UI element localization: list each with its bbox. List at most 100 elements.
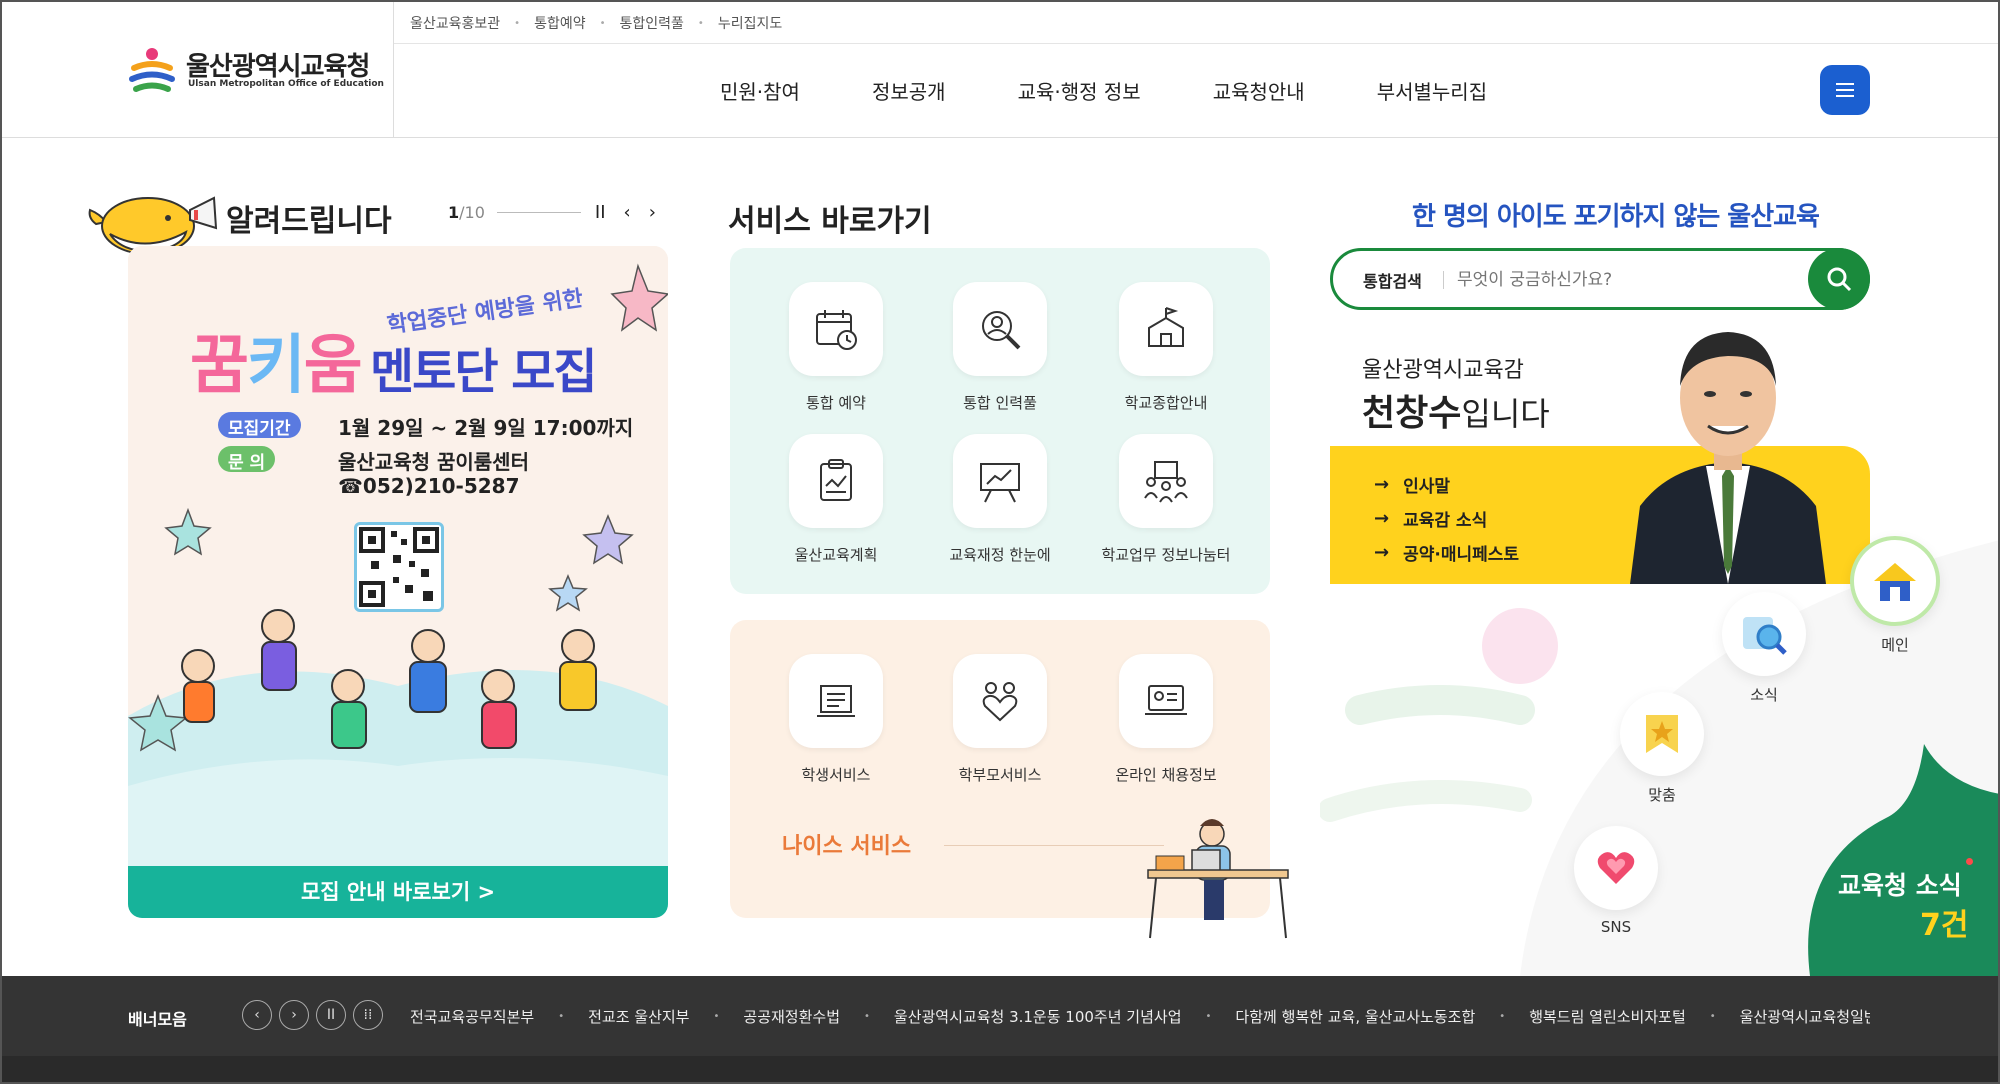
pager-track: [496, 212, 581, 213]
banner-title-main: 꿈키움: [190, 314, 363, 406]
heart-icon: [1574, 826, 1658, 910]
hamburger-menu-button[interactable]: [1820, 65, 1870, 115]
util-link-label: 통합인력풀: [619, 16, 684, 32]
notice-banner[interactable]: 학업중단 예방을 위한 꿈키움 멘토단 모집 모집기간 1월 29일 ~ 2월 …: [128, 246, 668, 918]
inquiry-badge: 문 의: [218, 446, 276, 473]
banner-pause-button[interactable]: II: [316, 1000, 346, 1030]
quick-menu-sns[interactable]: SNS: [1574, 826, 1658, 936]
utility-bar: 울산교육홍보관 • 통합예약 • 통합인력풀 • 누리집지도: [394, 0, 2000, 44]
person-search-icon: [953, 282, 1047, 376]
pause-button[interactable]: II: [595, 202, 606, 223]
util-link-promo[interactable]: 울산교육홍보관: [410, 13, 500, 33]
banner-link[interactable]: 울산광역시교육청 3.1운동 100주년 기념사업: [894, 1006, 1182, 1027]
banner-prev-button[interactable]: ‹: [242, 1000, 272, 1030]
logo[interactable]: 울산광역시교육청 Ulsan Metropolitan Office of Ed…: [0, 0, 394, 138]
service-parent[interactable]: 학부모서비스: [920, 654, 1080, 785]
nav-item-guide[interactable]: 교육청안내: [1213, 76, 1305, 105]
nav-item-civil[interactable]: 민원·참여: [720, 76, 800, 105]
search-label: 통합검색: [1363, 272, 1422, 291]
logo-emblem-icon: [129, 48, 175, 92]
home-icon: [1850, 536, 1940, 626]
new-badge-dot: [1966, 858, 1973, 865]
banner-link[interactable]: 공공재정환수법: [743, 1006, 840, 1027]
banner-next-button[interactable]: ›: [279, 1000, 309, 1030]
inquiry-text: 울산교육청 꿈이룸센터: [338, 450, 529, 474]
superintendent-subtitle: 울산광역시교육감: [1362, 358, 1524, 383]
banner-all-button[interactable]: ⁞⁞: [353, 1000, 383, 1030]
service-student[interactable]: 학생서비스: [756, 654, 916, 785]
service-label: 울산교육계획: [794, 546, 878, 564]
util-link-reservation[interactable]: • 통합예약: [514, 13, 585, 33]
arrow-right-icon: →: [1374, 474, 1390, 495]
page-total: /10: [459, 203, 485, 222]
quick-menu-main[interactable]: 메인: [1850, 536, 1940, 655]
banner-link[interactable]: 전교조 울산지부: [588, 1006, 689, 1027]
nav-item-disclosure[interactable]: 정보공개: [872, 76, 946, 105]
nav-item-departments[interactable]: 부서별누리집: [1377, 76, 1487, 105]
banner-link[interactable]: 행복드림 열린소비자포털: [1529, 1006, 1686, 1027]
search-input[interactable]: [1457, 265, 1787, 295]
period-text: 1월 29일 ~ 2월 9일 17:00까지: [338, 416, 634, 440]
service-info-share[interactable]: 학교업무 정보나눔터: [1086, 434, 1246, 565]
search-button[interactable]: [1808, 248, 1870, 310]
search-icon: [1827, 267, 1852, 292]
service-finance[interactable]: 교육재정 한눈에: [920, 434, 1080, 565]
service-reservation[interactable]: 통합 예약: [756, 282, 916, 413]
separator-dot: •: [864, 1011, 870, 1022]
service-recruit[interactable]: 온라인 채용정보: [1086, 654, 1246, 785]
service-label: 교육재정 한눈에: [949, 546, 1051, 564]
laptop-id-icon: [1119, 654, 1213, 748]
util-link-talent-pool[interactable]: • 통합인력풀: [600, 13, 684, 33]
quick-label: 맞춤: [1648, 786, 1676, 804]
separator-dot: •: [599, 17, 606, 29]
news-search-icon: [1722, 592, 1806, 676]
superintendent-name: 천창수입니다: [1362, 384, 1550, 436]
divider: [944, 845, 1164, 846]
title-char: 움: [303, 329, 363, 403]
title-char: 키: [246, 329, 306, 403]
services-panel-main: 통합 예약 통합 인력풀 학교종합안내 울산교육계획 교육재정 한눈에 학교업무…: [730, 248, 1270, 594]
presentation-chart-icon: [953, 434, 1047, 528]
news-title[interactable]: 교육청 소식: [1838, 866, 1962, 902]
quick-label: SNS: [1600, 918, 1632, 936]
family-heart-icon: [953, 654, 1047, 748]
service-label: 학부모서비스: [958, 766, 1042, 784]
service-label: 학교종합안내: [1124, 394, 1208, 412]
neis-service-link[interactable]: 나이스 서비스: [782, 828, 911, 860]
services-panel-neis: 학생서비스 학부모서비스 온라인 채용정보 나이스 서비스: [730, 620, 1289, 939]
logo-title: 울산광역시교육청: [186, 52, 370, 82]
banner-title-sub: 멘토단 모집: [370, 344, 598, 400]
banner-link[interactable]: 울산광역시교육청일반직공무: [1740, 1006, 1870, 1027]
notice-title: 알려드립니다: [226, 204, 392, 239]
separator-dot: •: [558, 1011, 565, 1022]
prev-button[interactable]: ‹: [624, 202, 631, 223]
quick-menu-news[interactable]: 소식: [1722, 592, 1806, 705]
name-suffix: 입니다: [1461, 395, 1550, 433]
service-education-plan[interactable]: 울산교육계획: [756, 434, 916, 565]
service-label: 통합 인력풀: [963, 394, 1037, 412]
link-label: 인사말: [1403, 477, 1451, 497]
banner-cta-button[interactable]: 모집 안내 바로보기 >: [128, 866, 668, 918]
nav-item-admin-info[interactable]: 교육·행정 정보: [1018, 76, 1141, 105]
pause-icon: II: [326, 1007, 336, 1023]
service-school-info[interactable]: 학교종합안내: [1086, 282, 1246, 413]
menu-line: [1836, 95, 1854, 97]
link-greeting[interactable]: → 인사말: [1374, 472, 1450, 497]
period-badge: 모집기간: [218, 412, 301, 439]
team-meeting-icon: [1119, 434, 1213, 528]
quick-menu-custom[interactable]: 맞춤: [1620, 692, 1704, 805]
qr-code-icon: [359, 527, 439, 607]
util-link-sitemap[interactable]: • 누리집지도: [698, 13, 782, 33]
calendar-clock-icon: [789, 282, 883, 376]
service-talent-pool[interactable]: 통합 인력풀: [920, 282, 1080, 413]
next-button[interactable]: ›: [649, 202, 656, 223]
separator-dot: •: [1709, 1011, 1716, 1022]
banner-link[interactable]: 다함께 행복한 교육, 울산교사노동조합: [1235, 1006, 1475, 1027]
quick-label: 메인: [1881, 636, 1909, 654]
chevron-right-icon: ›: [291, 1007, 297, 1023]
chevron-left-icon: ‹: [254, 1007, 260, 1023]
title-char: 꿈: [190, 329, 249, 403]
phone-text: ☎052)210-5287: [338, 474, 520, 498]
banner-link[interactable]: 전국교육공무직본부: [410, 1006, 534, 1027]
logo-subtitle: Ulsan Metropolitan Office of Education: [188, 79, 384, 89]
